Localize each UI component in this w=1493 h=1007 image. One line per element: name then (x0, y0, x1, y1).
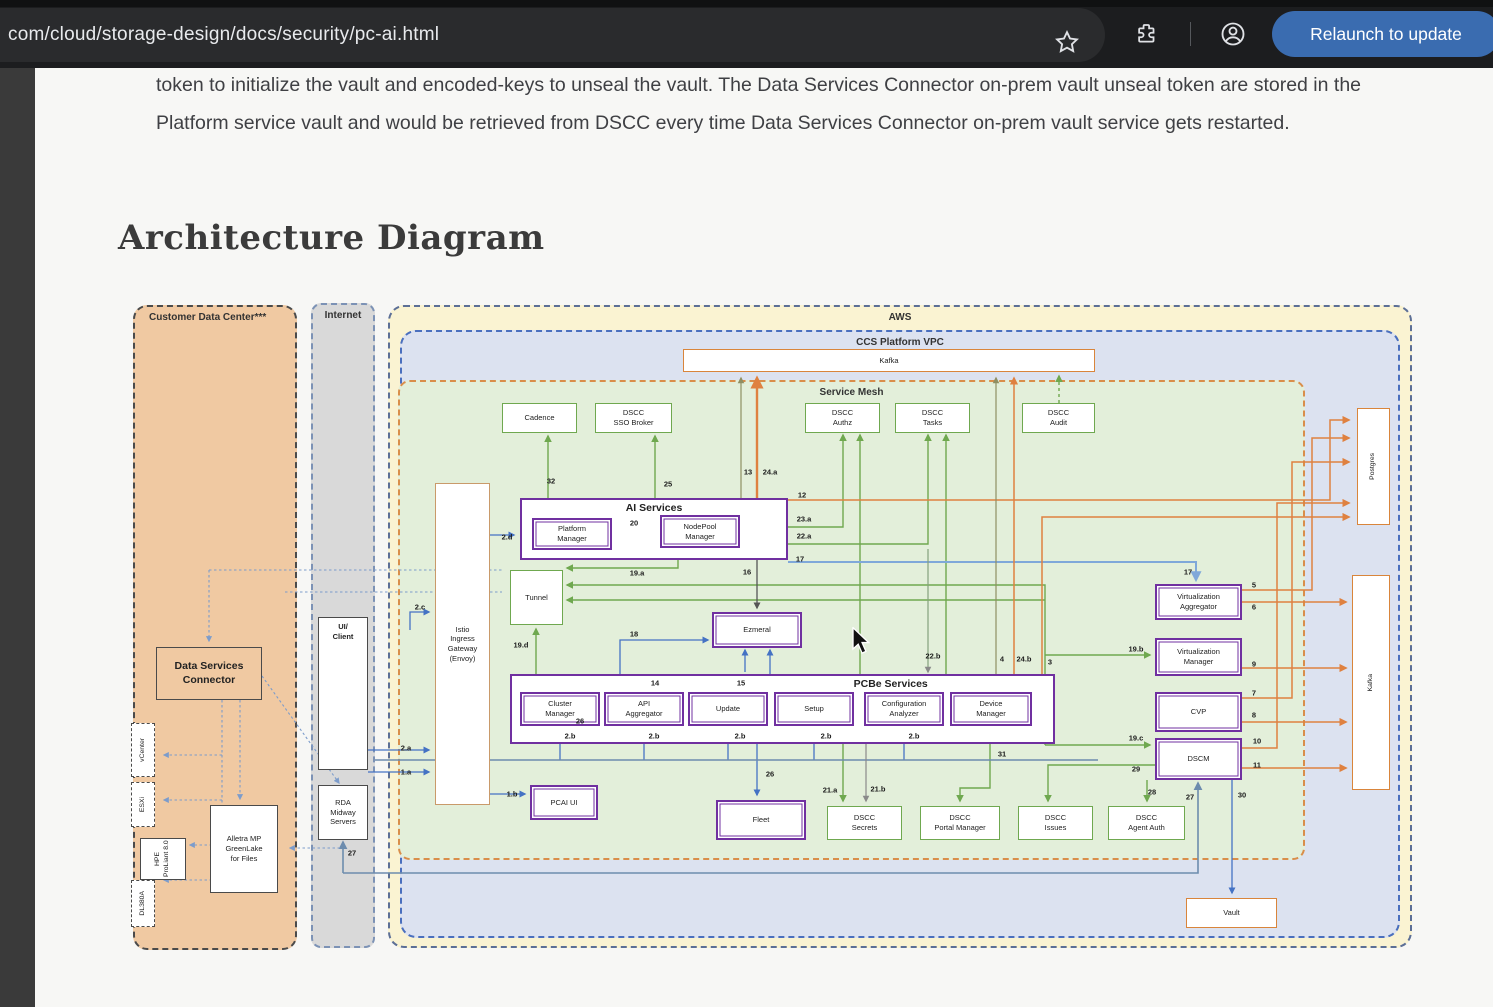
browser-topbar: com/cloud/storage-design/docs/security/p… (0, 0, 1493, 68)
postgres: Postgres (1357, 408, 1390, 525)
window-edge (0, 0, 1493, 7)
ui-client-label: UI/ Client (333, 618, 354, 642)
rda-midway-servers: RDA Midway Servers (318, 785, 368, 840)
platform-manager: Platform Manager (532, 518, 612, 550)
mouse-cursor (849, 627, 873, 655)
update: Update (688, 692, 768, 726)
left-dark-strip (0, 68, 35, 1007)
dscc-audit: DSCC Audit (1022, 403, 1095, 433)
setup: Setup (774, 692, 854, 726)
tunnel: Tunnel (510, 570, 563, 625)
istio-ingress-gateway-label: Istio Ingress Gateway (Envoy) (448, 625, 478, 664)
dscc-tasks-label: DSCC Tasks (922, 408, 943, 428)
vault: Vault (1186, 898, 1277, 928)
dscc-sso-broker-label: DSCC SSO Broker (613, 408, 653, 428)
update-label: Update (716, 704, 740, 714)
body-paragraph: token to initialize the vault and encode… (156, 66, 1434, 142)
rda-midway-servers-label: RDA Midway Servers (330, 798, 356, 827)
esxi: ESXi (131, 782, 155, 827)
virtualization-manager: Virtualization Manager (1155, 638, 1242, 676)
nodepool-manager: NodePool Manager (660, 515, 740, 548)
setup-label: Setup (804, 704, 824, 714)
tunnel-label: Tunnel (525, 593, 548, 603)
data-services-connector: Data Services Connector (156, 647, 262, 700)
alletra-mp-greenlake-label: Alletra MP GreenLake for Files (225, 834, 262, 863)
hpe-proliant: HPE ProLiant 8.0 (140, 838, 186, 880)
hpe-proliant-label: HPE ProLiant 8.0 (154, 839, 172, 879)
extensions-icon[interactable] (1133, 20, 1161, 48)
dscc-issues-label: DSCC Issues (1045, 813, 1067, 833)
kafka-right: Kafka (1352, 575, 1390, 790)
pcbe-services-label: PCBe Services (728, 678, 1053, 692)
dscc-agent-auth-label: DSCC Agent Auth (1128, 813, 1165, 833)
esxi-label: ESXi (139, 797, 148, 812)
platform-manager-label: Platform Manager (557, 524, 587, 544)
page-title: Architecture Diagram (118, 218, 545, 258)
dscm-label: DSCM (1187, 754, 1209, 764)
api-aggregator: API Aggregator (604, 692, 684, 726)
ai-services-label: AI Services (522, 502, 786, 516)
fleet: Fleet (716, 800, 806, 840)
nodepool-manager-label: NodePool Manager (684, 522, 717, 542)
dscc-agent-auth: DSCC Agent Auth (1108, 806, 1185, 840)
ui-client: UI/ Client (318, 617, 368, 770)
fleet-label: Fleet (753, 815, 770, 825)
device-manager: Device Manager (950, 692, 1032, 726)
dscc-authz: DSCC Authz (805, 403, 880, 433)
architecture-diagram: Customer Data Center***InternetAWSCCS Pl… (118, 295, 1415, 960)
kafka-top-label: Kafka (879, 356, 898, 366)
cluster-manager: Cluster Manager (520, 692, 600, 726)
postgres-label: Postgres (1369, 453, 1378, 480)
toolbar-divider (1190, 22, 1191, 46)
cluster-manager-label: Cluster Manager (545, 699, 575, 719)
data-services-connector-label: Data Services Connector (175, 660, 244, 687)
vcenter-label: vCenter (139, 738, 148, 762)
ezmeral: Ezmeral (712, 612, 802, 648)
dscc-sso-broker: DSCC SSO Broker (595, 403, 672, 433)
relaunch-button[interactable]: Relaunch to update (1272, 11, 1493, 57)
api-aggregator-label: API Aggregator (625, 699, 662, 719)
virtualization-aggregator-label: Virtualization Aggregator (1177, 592, 1220, 612)
device-manager-label: Device Manager (976, 699, 1006, 719)
cadence: Cadence (502, 403, 577, 433)
dscc-tasks: DSCC Tasks (895, 403, 970, 433)
dscc-authz-label: DSCC Authz (832, 408, 853, 428)
pcai-ui-label: PCAI UI (550, 798, 577, 808)
bookmark-star-icon[interactable] (1053, 28, 1081, 56)
vault-label: Vault (1223, 908, 1240, 918)
configuration-analyzer: Configuration Analyzer (864, 692, 944, 726)
dscc-portal-manager: DSCC Portal Manager (920, 806, 1000, 840)
kafka-right-label: Kafka (1367, 674, 1376, 691)
address-bar[interactable]: com/cloud/storage-design/docs/security/p… (0, 8, 1105, 62)
cvp: CVP (1155, 692, 1242, 732)
dscc-secrets-label: DSCC Secrets (852, 813, 877, 833)
cvp-label: CVP (1191, 707, 1206, 717)
dscm: DSCM (1155, 738, 1242, 780)
dscc-audit-label: DSCC Audit (1048, 408, 1069, 428)
profile-icon[interactable] (1219, 20, 1247, 48)
pcai-ui: PCAI UI (530, 785, 598, 820)
dscc-secrets: DSCC Secrets (827, 806, 902, 840)
ezmeral-label: Ezmeral (743, 625, 771, 635)
virtualization-manager-label: Virtualization Manager (1177, 647, 1220, 667)
kafka-top: Kafka (683, 349, 1095, 372)
dscc-portal-manager-label: DSCC Portal Manager (934, 813, 985, 833)
url-text[interactable]: com/cloud/storage-design/docs/security/p… (0, 24, 439, 46)
virtualization-aggregator: Virtualization Aggregator (1155, 584, 1242, 620)
cadence-label: Cadence (524, 413, 554, 423)
alletra-mp-greenlake: Alletra MP GreenLake for Files (210, 805, 278, 893)
configuration-analyzer-label: Configuration Analyzer (882, 699, 927, 719)
dscc-issues: DSCC Issues (1018, 806, 1093, 840)
dl380a-label: DL380A (139, 891, 148, 916)
dl380a: DL380A (131, 880, 155, 927)
vcenter: vCenter (131, 723, 155, 777)
istio-ingress-gateway: Istio Ingress Gateway (Envoy) (435, 483, 490, 805)
